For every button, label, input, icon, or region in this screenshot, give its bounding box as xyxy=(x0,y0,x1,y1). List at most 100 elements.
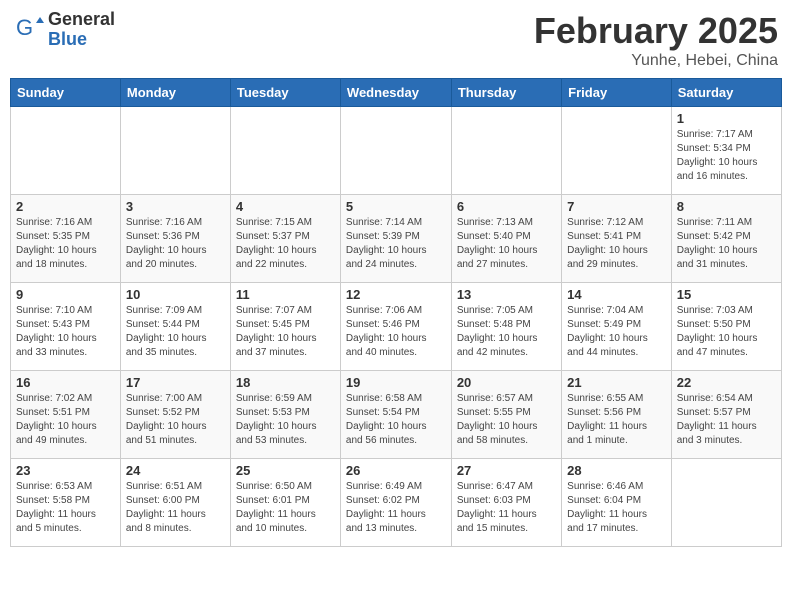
day-number: 26 xyxy=(346,463,446,478)
calendar-cell: 16Sunrise: 7:02 AM Sunset: 5:51 PM Dayli… xyxy=(11,371,121,459)
day-info: Sunrise: 6:46 AM Sunset: 6:04 PM Dayligh… xyxy=(567,480,666,536)
day-info: Sunrise: 6:54 AM Sunset: 5:57 PM Dayligh… xyxy=(677,392,776,448)
calendar-week-row: 2 Sunrise: 7:16 AM Sunset: 5:35 PM Daylig… xyxy=(11,195,782,283)
day-number: 12 xyxy=(346,287,446,302)
day-number: 19 xyxy=(346,375,446,390)
day-info: Sunrise: 6:53 AM Sunset: 5:58 PM Dayligh… xyxy=(16,480,115,536)
calendar-week-row: 23 Sunrise: 6:53 AM Sunset: 5:58 PM Dayli… xyxy=(11,459,782,547)
day-number: 28 xyxy=(567,463,666,478)
day-number: 27 xyxy=(457,463,556,478)
day-number: 25 xyxy=(236,463,335,478)
calendar-header-row: SundayMondayTuesdayWednesdayThursdayFrid… xyxy=(11,79,782,107)
calendar-cell: 18 Sunrise: 6:59 AM Sunset: 5:53 PM Dayli… xyxy=(230,371,340,459)
day-number: 4 xyxy=(236,199,335,214)
day-info: Sunrise: 7:15 AM Sunset: 5:37 PM Dayligh… xyxy=(236,216,335,272)
day-number: 11 xyxy=(236,287,335,302)
day-info: Sunrise: 6:51 AM Sunset: 6:00 PM Dayligh… xyxy=(126,480,225,536)
day-info: Sunrise: 6:58 AM Sunset: 5:54 PM Dayligh… xyxy=(346,392,446,448)
logo: G General Blue xyxy=(14,10,115,50)
weekday-header-wednesday: Wednesday xyxy=(340,79,451,107)
day-number: 24 xyxy=(126,463,225,478)
day-number: 1 xyxy=(677,111,776,126)
calendar-cell: 19 Sunrise: 6:58 AM Sunset: 5:54 PM Dayli… xyxy=(340,371,451,459)
day-number: 18 xyxy=(236,375,335,390)
day-number: 15 xyxy=(677,287,776,302)
day-number: 6 xyxy=(457,199,556,214)
weekday-header-thursday: Thursday xyxy=(451,79,561,107)
day-info: Sunrise: 7:06 AM Sunset: 5:46 PM Dayligh… xyxy=(346,304,446,360)
calendar-cell xyxy=(11,107,121,195)
calendar-cell: 6 Sunrise: 7:13 AM Sunset: 5:40 PM Daylig… xyxy=(451,195,561,283)
calendar-cell: 20Sunrise: 6:57 AM Sunset: 5:55 PM Dayli… xyxy=(451,371,561,459)
weekday-header-tuesday: Tuesday xyxy=(230,79,340,107)
calendar-week-row: 16Sunrise: 7:02 AM Sunset: 5:51 PM Dayli… xyxy=(11,371,782,459)
weekday-header-sunday: Sunday xyxy=(11,79,121,107)
day-info: Sunrise: 7:05 AM Sunset: 5:48 PM Dayligh… xyxy=(457,304,556,360)
day-info: Sunrise: 7:07 AM Sunset: 5:45 PM Dayligh… xyxy=(236,304,335,360)
calendar-cell: 22Sunrise: 6:54 AM Sunset: 5:57 PM Dayli… xyxy=(671,371,781,459)
day-info: Sunrise: 7:16 AM Sunset: 5:36 PM Dayligh… xyxy=(126,216,225,272)
calendar-cell xyxy=(120,107,230,195)
day-info: Sunrise: 7:03 AM Sunset: 5:50 PM Dayligh… xyxy=(677,304,776,360)
calendar-cell xyxy=(451,107,561,195)
day-info: Sunrise: 7:13 AM Sunset: 5:40 PM Dayligh… xyxy=(457,216,556,272)
month-title: February 2025 xyxy=(534,10,778,52)
day-info: Sunrise: 7:17 AM Sunset: 5:34 PM Dayligh… xyxy=(677,128,776,184)
day-number: 2 xyxy=(16,199,115,214)
day-number: 9 xyxy=(16,287,115,302)
day-number: 17 xyxy=(126,375,225,390)
day-info: Sunrise: 7:10 AM Sunset: 5:43 PM Dayligh… xyxy=(16,304,115,360)
day-number: 3 xyxy=(126,199,225,214)
logo-blue-text: Blue xyxy=(48,30,115,50)
calendar-week-row: 9 Sunrise: 7:10 AM Sunset: 5:43 PM Daylig… xyxy=(11,283,782,371)
day-info: Sunrise: 7:16 AM Sunset: 5:35 PM Dayligh… xyxy=(16,216,115,272)
day-info: Sunrise: 7:11 AM Sunset: 5:42 PM Dayligh… xyxy=(677,216,776,272)
day-info: Sunrise: 7:04 AM Sunset: 5:49 PM Dayligh… xyxy=(567,304,666,360)
calendar-cell: 13 Sunrise: 7:05 AM Sunset: 5:48 PM Dayli… xyxy=(451,283,561,371)
calendar-cell: 27Sunrise: 6:47 AM Sunset: 6:03 PM Dayli… xyxy=(451,459,561,547)
day-number: 21 xyxy=(567,375,666,390)
location-text: Yunhe, Hebei, China xyxy=(534,52,778,70)
title-block: February 2025 Yunhe, Hebei, China xyxy=(534,10,778,70)
weekday-header-friday: Friday xyxy=(562,79,672,107)
day-info: Sunrise: 6:49 AM Sunset: 6:02 PM Dayligh… xyxy=(346,480,446,536)
day-number: 14 xyxy=(567,287,666,302)
calendar-cell: 4 Sunrise: 7:15 AM Sunset: 5:37 PM Daylig… xyxy=(230,195,340,283)
calendar-cell: 1 Sunrise: 7:17 AM Sunset: 5:34 PM Daylig… xyxy=(671,107,781,195)
calendar-cell: 12 Sunrise: 7:06 AM Sunset: 5:46 PM Dayli… xyxy=(340,283,451,371)
calendar-cell xyxy=(230,107,340,195)
day-info: Sunrise: 7:12 AM Sunset: 5:41 PM Dayligh… xyxy=(567,216,666,272)
day-number: 7 xyxy=(567,199,666,214)
day-info: Sunrise: 6:57 AM Sunset: 5:55 PM Dayligh… xyxy=(457,392,556,448)
calendar-cell xyxy=(671,459,781,547)
calendar-cell: 11 Sunrise: 7:07 AM Sunset: 5:45 PM Dayli… xyxy=(230,283,340,371)
day-number: 8 xyxy=(677,199,776,214)
logo-icon: G xyxy=(14,15,44,45)
day-number: 10 xyxy=(126,287,225,302)
calendar-cell: 3 Sunrise: 7:16 AM Sunset: 5:36 PM Daylig… xyxy=(120,195,230,283)
calendar-cell: 10Sunrise: 7:09 AM Sunset: 5:44 PM Dayli… xyxy=(120,283,230,371)
day-info: Sunrise: 6:50 AM Sunset: 6:01 PM Dayligh… xyxy=(236,480,335,536)
weekday-header-saturday: Saturday xyxy=(671,79,781,107)
calendar-cell: 17 Sunrise: 7:00 AM Sunset: 5:52 PM Dayli… xyxy=(120,371,230,459)
weekday-header-monday: Monday xyxy=(120,79,230,107)
calendar-cell: 14 Sunrise: 7:04 AM Sunset: 5:49 PM Dayli… xyxy=(562,283,672,371)
calendar-cell: 9 Sunrise: 7:10 AM Sunset: 5:43 PM Daylig… xyxy=(11,283,121,371)
calendar-cell: 8 Sunrise: 7:11 AM Sunset: 5:42 PM Daylig… xyxy=(671,195,781,283)
calendar-cell: 23 Sunrise: 6:53 AM Sunset: 5:58 PM Dayli… xyxy=(11,459,121,547)
day-info: Sunrise: 7:02 AM Sunset: 5:51 PM Dayligh… xyxy=(16,392,115,448)
day-number: 23 xyxy=(16,463,115,478)
calendar-week-row: 1 Sunrise: 7:17 AM Sunset: 5:34 PM Daylig… xyxy=(11,107,782,195)
calendar-cell: 28 Sunrise: 6:46 AM Sunset: 6:04 PM Dayli… xyxy=(562,459,672,547)
day-number: 13 xyxy=(457,287,556,302)
calendar-cell: 25 Sunrise: 6:50 AM Sunset: 6:01 PM Dayli… xyxy=(230,459,340,547)
logo-general-text: General xyxy=(48,10,115,30)
calendar-cell xyxy=(340,107,451,195)
calendar-cell: 24 Sunrise: 6:51 AM Sunset: 6:00 PM Dayli… xyxy=(120,459,230,547)
calendar-cell: 5 Sunrise: 7:14 AM Sunset: 5:39 PM Daylig… xyxy=(340,195,451,283)
day-info: Sunrise: 7:14 AM Sunset: 5:39 PM Dayligh… xyxy=(346,216,446,272)
day-info: Sunrise: 6:55 AM Sunset: 5:56 PM Dayligh… xyxy=(567,392,666,448)
day-info: Sunrise: 7:00 AM Sunset: 5:52 PM Dayligh… xyxy=(126,392,225,448)
day-info: Sunrise: 6:59 AM Sunset: 5:53 PM Dayligh… xyxy=(236,392,335,448)
day-number: 5 xyxy=(346,199,446,214)
